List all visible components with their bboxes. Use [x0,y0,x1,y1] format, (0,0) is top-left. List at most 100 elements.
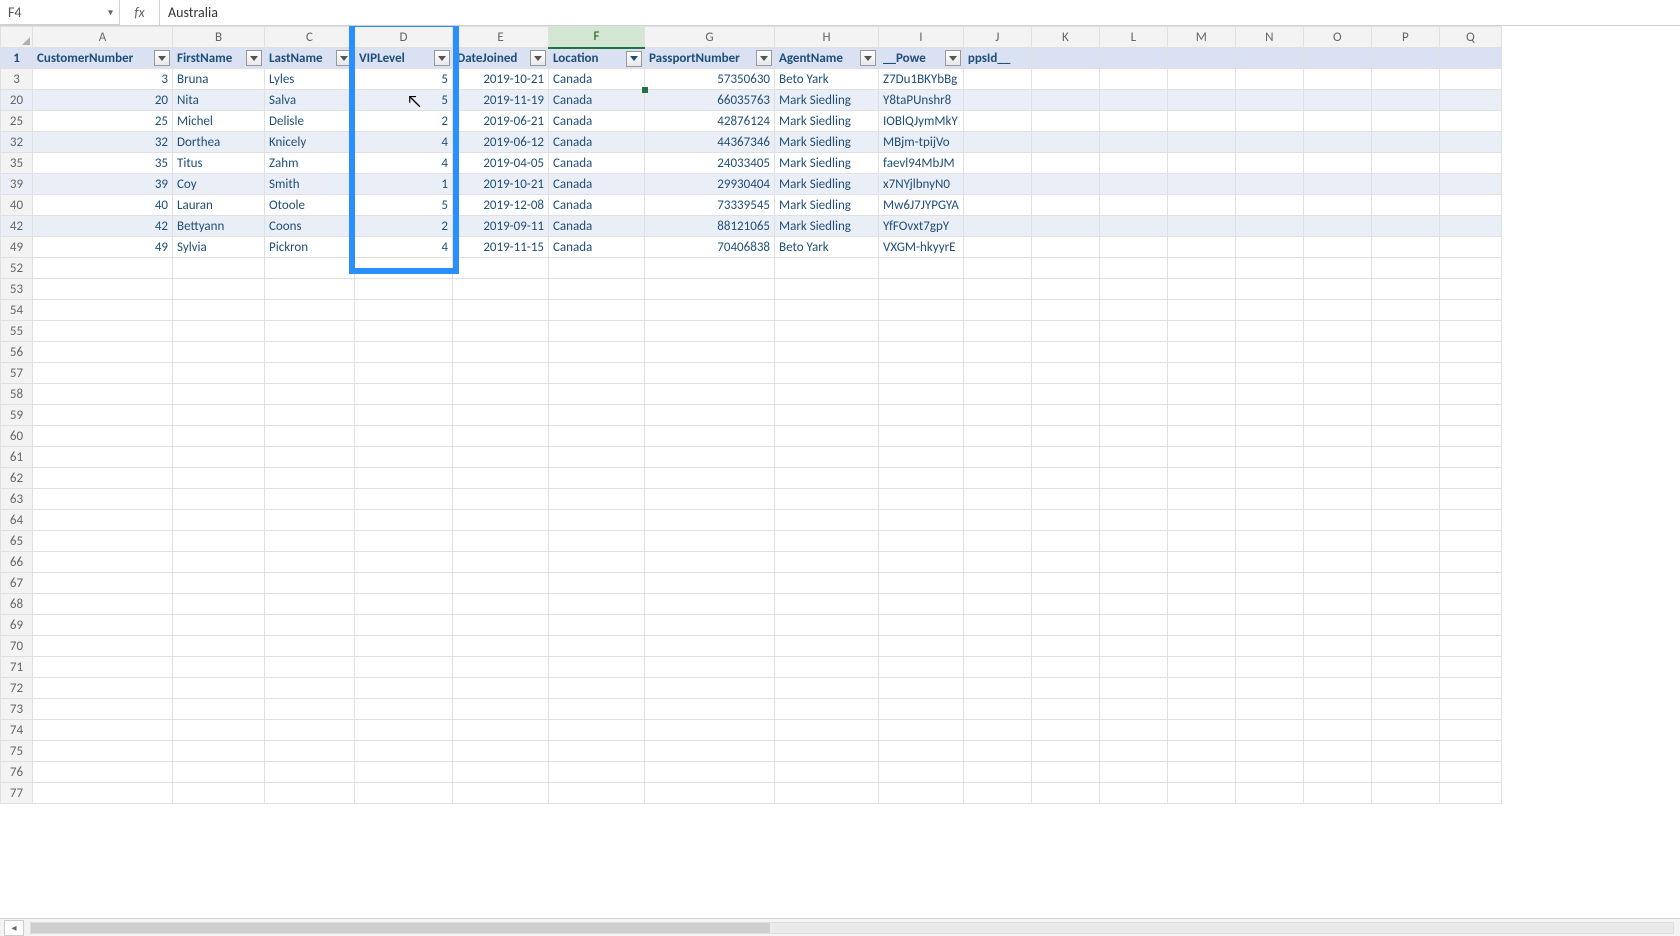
cell[interactable] [1439,174,1501,195]
table-header-__powe[interactable]: __Powe [879,48,964,69]
cell[interactable] [1303,174,1371,195]
cell[interactable] [1167,699,1235,720]
cell[interactable] [775,468,879,489]
column-header-I[interactable]: I [879,27,964,48]
cell[interactable] [1371,699,1439,720]
cell[interactable] [33,363,173,384]
cell[interactable] [963,384,1031,405]
cell[interactable] [1235,531,1303,552]
cell[interactable] [775,636,879,657]
cell[interactable] [549,384,645,405]
cell[interactable] [1099,489,1167,510]
filter-button[interactable] [626,51,642,67]
cell[interactable] [1439,741,1501,762]
cell[interactable] [1303,237,1371,258]
cell[interactable]: Bettyann [173,216,265,237]
cell[interactable] [1099,678,1167,699]
cell[interactable] [879,573,964,594]
cell[interactable] [355,699,453,720]
cell[interactable] [1031,636,1099,657]
cell[interactable] [1371,90,1439,111]
cell[interactable] [1235,321,1303,342]
cell[interactable] [879,405,964,426]
cell[interactable] [453,657,549,678]
cell[interactable] [1031,300,1099,321]
cell[interactable] [33,594,173,615]
cell[interactable] [33,573,173,594]
cell[interactable] [1439,678,1501,699]
cell[interactable] [1099,174,1167,195]
cell[interactable] [963,447,1031,468]
cell[interactable] [1235,426,1303,447]
cell[interactable] [265,531,355,552]
cell[interactable]: 2019-11-15 [453,237,549,258]
cell[interactable] [963,594,1031,615]
cell[interactable] [1371,174,1439,195]
cell[interactable] [1235,216,1303,237]
table-header-datejoined[interactable]: DateJoined [453,48,549,69]
row-header[interactable]: 39 [1,174,33,195]
cell[interactable] [1303,741,1371,762]
cell[interactable] [1303,321,1371,342]
column-header-H[interactable]: H [775,27,879,48]
cell[interactable] [1371,447,1439,468]
cell[interactable] [1439,699,1501,720]
cell[interactable] [963,111,1031,132]
cell[interactable] [963,195,1031,216]
cell[interactable] [645,489,775,510]
cell[interactable] [1371,216,1439,237]
cell[interactable]: 2019-06-12 [453,132,549,153]
cell[interactable] [265,321,355,342]
cell[interactable] [355,300,453,321]
cell[interactable] [549,321,645,342]
cell[interactable] [549,678,645,699]
cell[interactable]: Michel [173,111,265,132]
cell[interactable] [1303,552,1371,573]
cell[interactable]: MBjm-tpijVo [879,132,964,153]
cell[interactable] [1235,657,1303,678]
table-header-customernumber[interactable]: CustomerNumber [33,48,173,69]
cell[interactable] [645,300,775,321]
cell[interactable] [1099,552,1167,573]
cell[interactable] [173,657,265,678]
column-header-Q[interactable]: Q [1439,27,1501,48]
cell[interactable] [453,699,549,720]
cell[interactable] [1099,720,1167,741]
cell[interactable] [1439,573,1501,594]
cell[interactable] [33,615,173,636]
cell[interactable] [1371,405,1439,426]
cell[interactable] [453,573,549,594]
cell[interactable] [265,783,355,804]
cell[interactable] [355,594,453,615]
cell[interactable] [1371,510,1439,531]
cell[interactable] [33,468,173,489]
cell[interactable] [1439,363,1501,384]
cell[interactable] [1439,510,1501,531]
cell[interactable]: 20 [33,90,173,111]
cell[interactable] [963,531,1031,552]
cell[interactable]: Sylvia [173,237,265,258]
cell[interactable] [355,783,453,804]
cell[interactable] [1099,195,1167,216]
cell[interactable] [549,657,645,678]
cell[interactable]: 24033405 [645,153,775,174]
row-header[interactable]: 53 [1,279,33,300]
cell[interactable] [1439,426,1501,447]
cell[interactable] [1371,363,1439,384]
cell[interactable] [1031,69,1099,90]
cell[interactable]: 2019-11-19 [453,90,549,111]
cell[interactable] [33,552,173,573]
cell[interactable] [1439,636,1501,657]
cell[interactable] [1167,216,1235,237]
cell[interactable] [1371,237,1439,258]
cell[interactable] [453,321,549,342]
cell[interactable] [1303,90,1371,111]
cell[interactable] [33,258,173,279]
cell[interactable] [355,636,453,657]
cell[interactable]: 2019-06-21 [453,111,549,132]
cell[interactable] [453,720,549,741]
cell[interactable] [963,321,1031,342]
filter-button[interactable] [530,50,546,66]
cell[interactable]: 2019-10-21 [453,174,549,195]
cell[interactable] [1439,615,1501,636]
